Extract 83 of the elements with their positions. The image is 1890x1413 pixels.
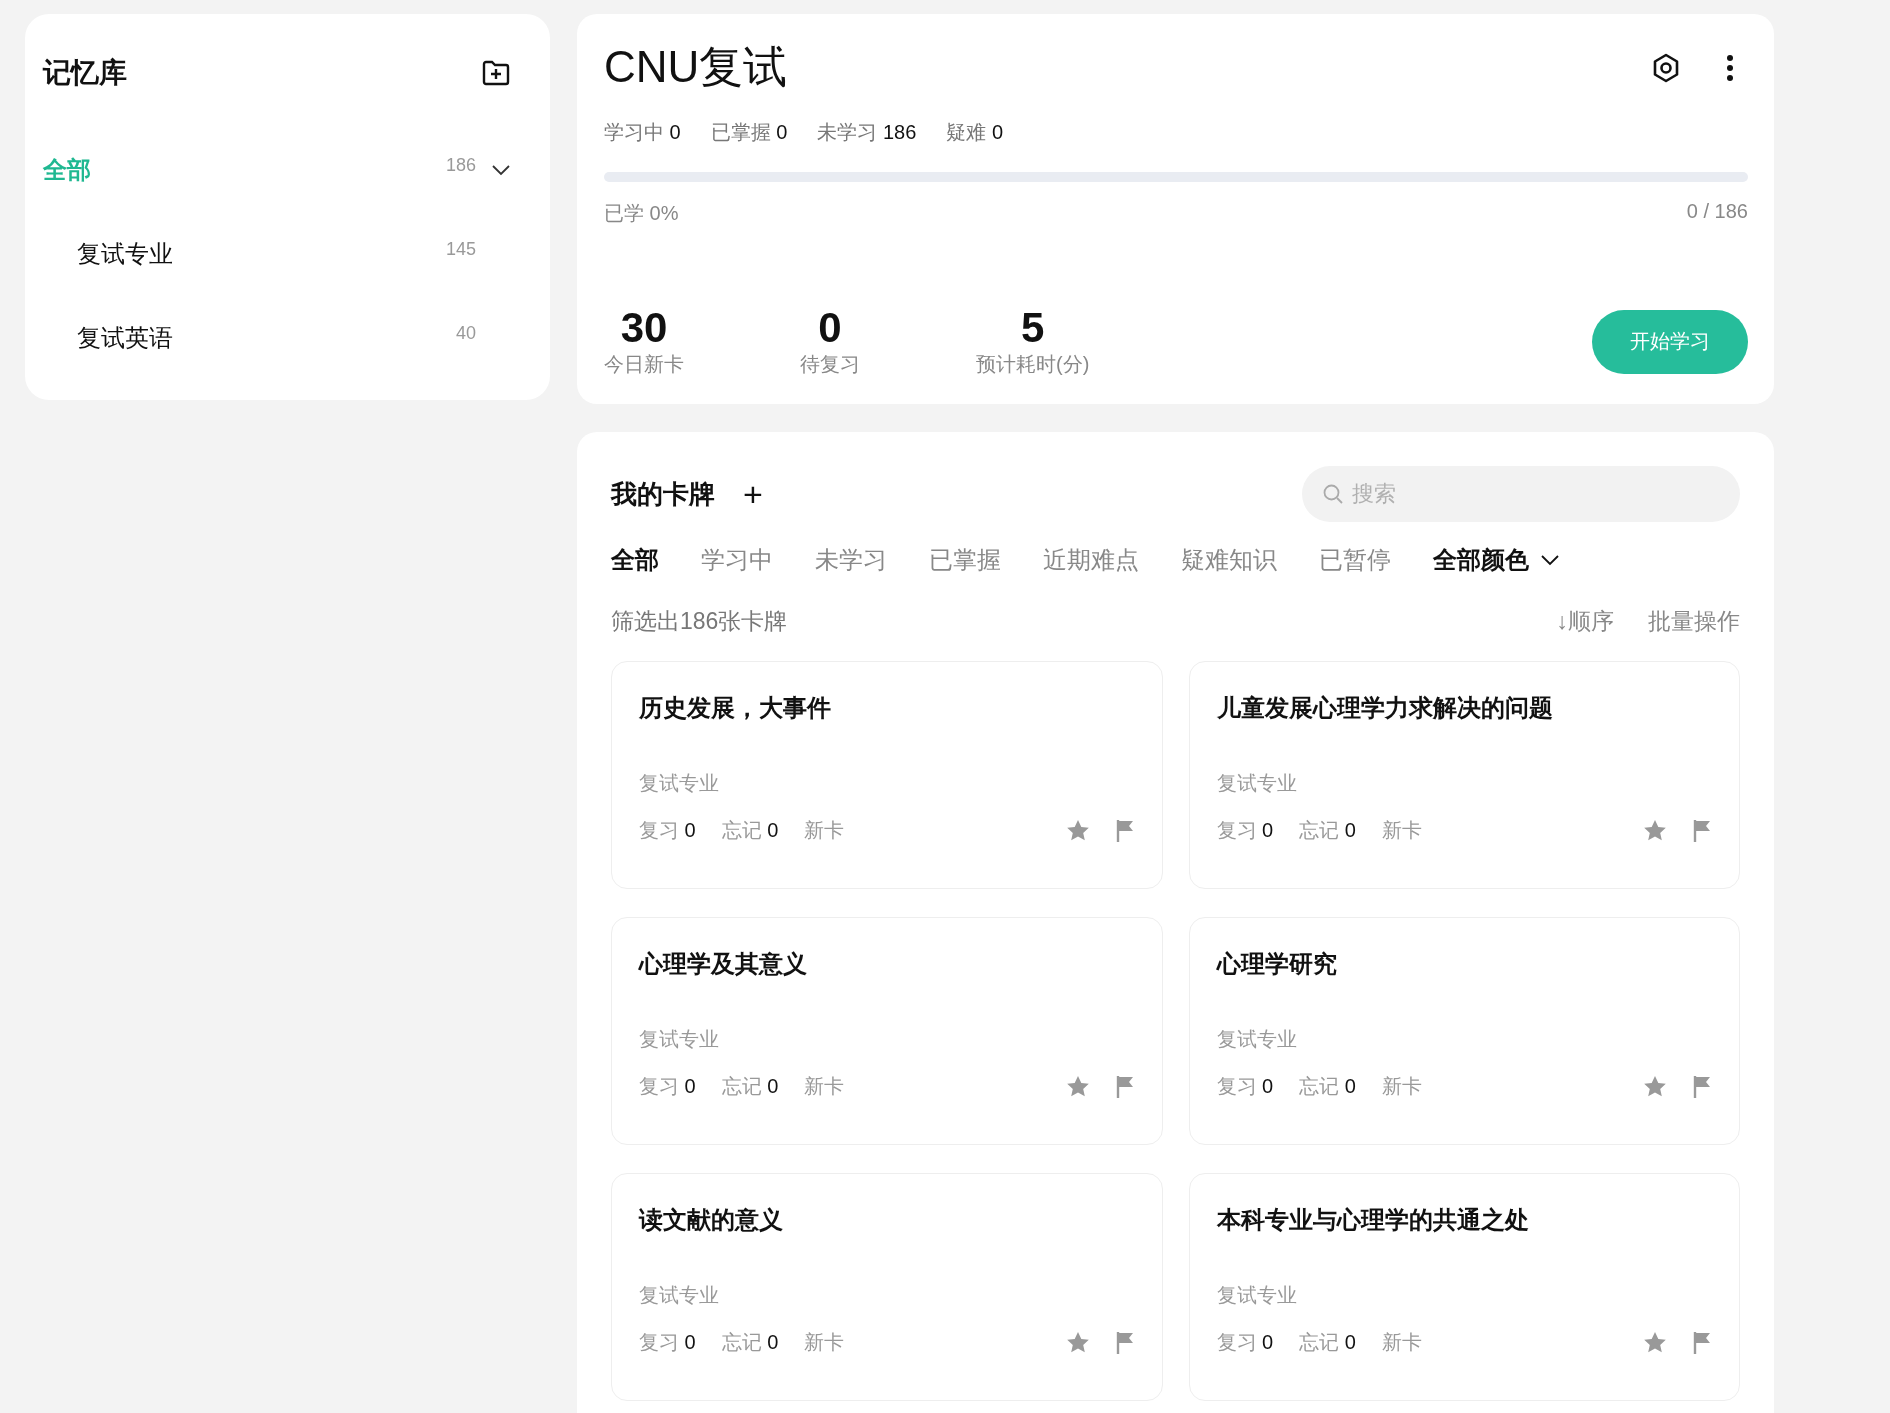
- star-icon[interactable]: [1643, 1331, 1667, 1354]
- card-deck: 复试专业: [1216, 1283, 1298, 1308]
- card-deck: 复试专业: [639, 1283, 720, 1308]
- review-count: 复习 0: [1216, 1330, 1274, 1355]
- card-title: 读文献的意义: [639, 1205, 784, 1235]
- flashcard[interactable]: 心理学及其意义 复试专业 复习 0 忘记 0 新卡: [611, 917, 1163, 1145]
- card-status: 新卡: [804, 1074, 845, 1099]
- card-title: 本科专业与心理学的共通之处: [1216, 1205, 1530, 1235]
- stat-label: 疑难 0: [946, 120, 1003, 145]
- card-status: 新卡: [1381, 1330, 1422, 1355]
- color-filter-dropdown[interactable]: 全部颜色: [1433, 544, 1529, 576]
- tree-item[interactable]: 复试专业 145: [43, 212, 510, 296]
- flashcard[interactable]: 读文献的意义 复试专业 复习 0 忘记 0 新卡: [611, 1173, 1163, 1401]
- stat-label: 学习中 0: [604, 120, 681, 145]
- review-count: 复习 0: [639, 818, 696, 843]
- star-icon[interactable]: [1065, 1331, 1090, 1354]
- forget-count: 忘记 0: [721, 1074, 779, 1099]
- stat-caption: 今日新卡: [604, 352, 684, 378]
- filter-tab[interactable]: 已掌握: [929, 544, 1001, 576]
- review-count: 复习 0: [639, 1074, 696, 1099]
- batch-button[interactable]: 批量操作: [1648, 606, 1740, 637]
- folder-add-icon[interactable]: [482, 60, 510, 86]
- flag-icon[interactable]: [1115, 1330, 1134, 1355]
- review-count: 复习 0: [1216, 1074, 1274, 1099]
- more-icon[interactable]: [1726, 53, 1734, 82]
- review-count: 复习 0: [639, 1330, 696, 1355]
- flashcard[interactable]: 历史发展，大事件 复试专业 复习 0 忘记 0 新卡: [611, 661, 1163, 889]
- stat-label: 未学习 186: [817, 120, 917, 145]
- forget-count: 忘记 0: [721, 818, 779, 843]
- add-button[interactable]: +: [737, 474, 769, 514]
- chevron-down-icon[interactable]: [492, 164, 510, 176]
- card-status: 新卡: [804, 818, 845, 843]
- star-icon[interactable]: [1065, 819, 1090, 842]
- flashcard[interactable]: 儿童发展心理学力求解决的问题 复试专业 复习 0 忘记 0 新卡: [1188, 661, 1740, 889]
- card-title: 儿童发展心理学力求解决的问题: [1216, 693, 1554, 723]
- star-icon[interactable]: [1643, 1075, 1667, 1098]
- stat-value: 0: [818, 305, 842, 352]
- search-icon: [1322, 483, 1344, 505]
- filter-tab[interactable]: 全部: [611, 544, 659, 576]
- forget-count: 忘记 0: [1299, 818, 1356, 843]
- filter-tab[interactable]: 疑难知识: [1181, 544, 1277, 576]
- flag-icon[interactable]: [1693, 818, 1711, 843]
- star-icon[interactable]: [1643, 819, 1667, 842]
- card-deck: 复试专业: [639, 771, 720, 796]
- forget-count: 忘记 0: [1299, 1330, 1356, 1355]
- filter-tab[interactable]: 未学习: [815, 544, 887, 576]
- filter-tab[interactable]: 学习中: [701, 544, 773, 576]
- chevron-down-icon[interactable]: [1541, 554, 1559, 566]
- card-deck: 复试专业: [1216, 1027, 1298, 1052]
- star-icon[interactable]: [1065, 1075, 1090, 1098]
- sort-button[interactable]: ↓顺序: [1556, 606, 1614, 637]
- stat-caption: 预计耗时(分): [976, 352, 1090, 378]
- flashcard[interactable]: 心理学研究 复试专业 复习 0 忘记 0 新卡: [1188, 917, 1740, 1145]
- stat-caption: 待复习: [800, 352, 860, 378]
- review-count: 复习 0: [1216, 818, 1274, 843]
- card-status: 新卡: [1381, 818, 1422, 843]
- stat-label: 已掌握 0: [710, 120, 788, 145]
- deck-title: CNU复试: [604, 41, 789, 93]
- progress-count: 0 / 186: [1686, 200, 1748, 224]
- forget-count: 忘记 0: [1299, 1074, 1356, 1099]
- search-field[interactable]: 搜索: [1302, 466, 1740, 522]
- progress-label: 已学 0%: [604, 201, 679, 226]
- flag-icon[interactable]: [1115, 1074, 1134, 1099]
- stat-value: 5: [1021, 305, 1045, 352]
- card-deck: 复试专业: [1216, 771, 1298, 796]
- card-title: 心理学及其意义: [639, 949, 808, 979]
- card-status: 新卡: [804, 1330, 845, 1355]
- filter-tab[interactable]: 已暂停: [1319, 544, 1391, 576]
- flashcard[interactable]: 本科专业与心理学的共通之处 复试专业 复习 0 忘记 0 新卡: [1188, 1173, 1740, 1401]
- flag-icon[interactable]: [1115, 818, 1134, 843]
- card-title: 心理学研究: [1216, 949, 1338, 979]
- card-status: 新卡: [1381, 1074, 1422, 1099]
- tree-item[interactable]: 复试英语 40: [43, 296, 510, 380]
- result-count: 筛选出186张卡牌: [611, 607, 788, 636]
- flag-icon[interactable]: [1693, 1074, 1711, 1099]
- card-title: 历史发展，大事件: [639, 693, 832, 723]
- sidebar-title: 记忆库: [43, 56, 127, 90]
- flag-icon[interactable]: [1693, 1330, 1711, 1355]
- card-deck: 复试专业: [639, 1027, 720, 1052]
- forget-count: 忘记 0: [721, 1330, 779, 1355]
- stat-value: 30: [620, 305, 668, 352]
- section-title: 我的卡牌: [611, 477, 715, 511]
- filter-tab[interactable]: 近期难点: [1043, 544, 1139, 576]
